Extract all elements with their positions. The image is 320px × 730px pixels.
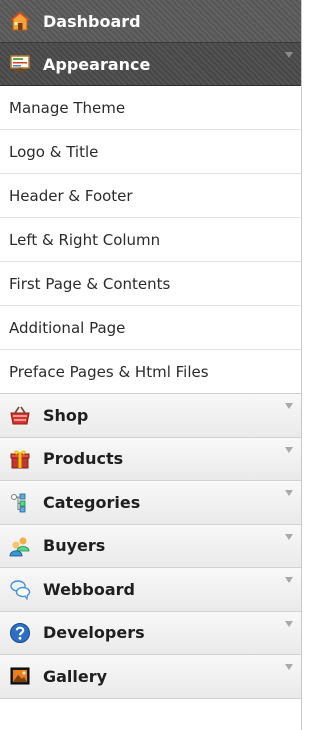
menu-item-label: Products	[43, 449, 124, 469]
submenu-item-first-page-contents[interactable]: First Page & Contents	[0, 262, 301, 306]
appearance-submenu: Manage Theme Logo & Title Header & Foote…	[0, 86, 301, 394]
menu-item-label: Dashboard	[43, 11, 141, 31]
chevron-down-icon	[285, 577, 293, 583]
chevron-down-icon	[285, 52, 293, 58]
menu-item-appearance[interactable]: Appearance	[0, 43, 301, 86]
submenu-item-preface-pages[interactable]: Preface Pages & Html Files	[0, 350, 301, 394]
menu-item-webboard[interactable]: Webboard	[0, 568, 301, 612]
menu-item-dashboard[interactable]: Dashboard	[0, 0, 301, 43]
chevron-down-icon	[285, 664, 293, 670]
menu-item-shop[interactable]: Shop	[0, 394, 301, 438]
menu-item-products[interactable]: Products	[0, 437, 301, 481]
menu-item-buyers[interactable]: Buyers	[0, 524, 301, 568]
submenu-item-header-footer[interactable]: Header & Footer	[0, 174, 301, 218]
presentation-board-icon	[9, 53, 31, 75]
submenu-item-manage-theme[interactable]: Manage Theme	[0, 86, 301, 130]
menu-item-categories[interactable]: Categories	[0, 481, 301, 525]
menu-item-label: Buyers	[43, 536, 106, 556]
submenu-item-label: Logo & Title	[9, 142, 99, 161]
submenu-item-label: Header & Footer	[9, 186, 133, 205]
submenu-item-left-right-column[interactable]: Left & Right Column	[0, 218, 301, 262]
home-icon	[9, 10, 31, 32]
chevron-down-icon	[285, 446, 293, 453]
submenu-item-additional-page[interactable]: Additional Page	[0, 306, 301, 350]
submenu-item-label: Additional Page	[9, 318, 126, 337]
submenu-item-logo-title[interactable]: Logo & Title	[0, 130, 301, 174]
gift-icon	[9, 448, 31, 470]
submenu-item-label: First Page & Contents	[9, 274, 171, 293]
submenu-item-label: Manage Theme	[9, 98, 126, 117]
menu-item-label: Shop	[43, 405, 89, 425]
menu-item-label: Categories	[43, 492, 141, 512]
help-icon	[9, 622, 31, 644]
chevron-down-icon	[285, 403, 293, 409]
menu-item-label: Gallery	[43, 666, 108, 686]
sidebar-menu: Dashboard Appearance Manage Theme Logo &…	[0, 0, 302, 730]
chevron-down-icon	[285, 533, 293, 540]
menu-item-label: Developers	[43, 623, 145, 643]
submenu-item-label: Preface Pages & Html Files	[9, 362, 209, 381]
menu-item-label: Webboard	[43, 579, 135, 599]
categories-icon	[9, 491, 31, 513]
users-icon	[9, 535, 31, 557]
menu-item-developers[interactable]: Developers	[0, 611, 301, 655]
menu-item-gallery[interactable]: Gallery	[0, 655, 301, 699]
picture-icon	[9, 665, 31, 687]
chat-bubbles-icon	[9, 578, 31, 601]
submenu-item-label: Left & Right Column	[9, 230, 161, 249]
menu-item-label: Appearance	[43, 54, 151, 74]
shop-icon	[9, 404, 31, 426]
chevron-down-icon	[285, 490, 293, 496]
chevron-down-icon	[285, 620, 293, 627]
